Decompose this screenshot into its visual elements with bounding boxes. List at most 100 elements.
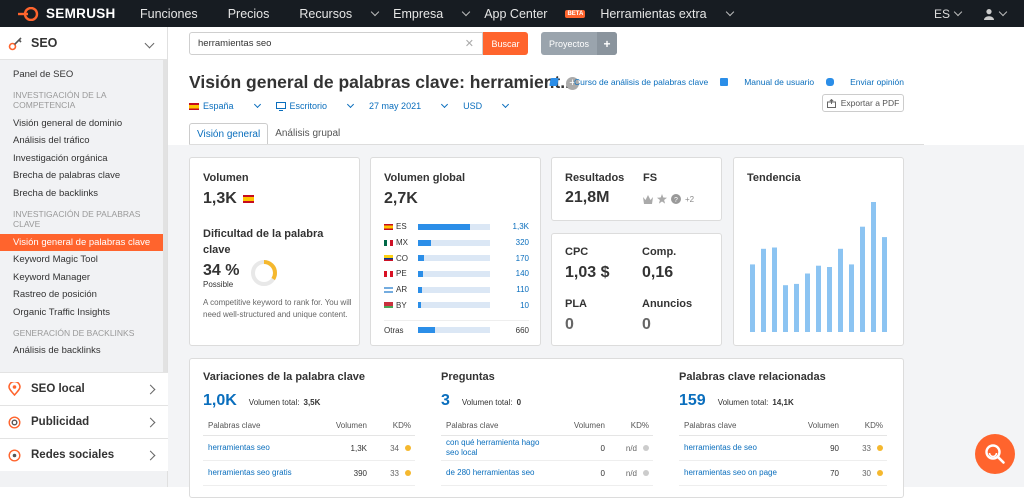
target-icon <box>8 415 21 429</box>
related-count[interactable]: 159 <box>679 392 706 410</box>
related-table-header: Palabras clave Volumen KD% <box>679 416 887 436</box>
chevron-right-icon <box>145 450 156 460</box>
global-volume-row: PE 140 <box>384 266 529 282</box>
search-icon <box>985 444 1005 464</box>
keyword-link[interactable]: herramientas seo gratis <box>203 468 312 478</box>
link-curso[interactable]: Curso de análisis de palabras clave <box>549 77 708 87</box>
user-menu[interactable] <box>983 7 1008 20</box>
fs-more: +2 <box>685 194 695 204</box>
sidebar-item[interactable]: Keyword Magic Tool <box>0 251 167 269</box>
search-button[interactable]: Buscar <box>483 32 528 55</box>
sidebar-item[interactable]: Brecha de backlinks <box>0 185 167 203</box>
keyword-search-input[interactable]: herramientas seo ✕ <box>189 32 483 55</box>
trend-bar[interactable] <box>750 264 755 332</box>
trend-bar[interactable] <box>783 285 788 332</box>
country-share-bar <box>418 223 490 230</box>
keyword-link[interactable]: herramientas seo <box>203 443 312 453</box>
language-selector[interactable]: ES <box>934 7 963 21</box>
chat-icon <box>826 78 835 86</box>
other-bar-fill <box>418 327 436 333</box>
device-selector[interactable]: Escritorio <box>275 100 355 111</box>
trend-bar[interactable] <box>838 248 843 332</box>
keyword-link[interactable]: con qué herramienta hago seo local <box>441 438 550 458</box>
sidebar-item-seo-local[interactable]: SEO local <box>0 372 168 405</box>
tab-analisis-grupal[interactable]: Análisis grupal <box>268 123 347 145</box>
nav-funciones[interactable]: Funciones <box>140 7 213 21</box>
sidebar-item[interactable]: Análisis del tráfico <box>0 132 167 150</box>
question-icon: ? <box>671 194 681 204</box>
keyword-link[interactable]: de 280 herramientas seo <box>441 468 550 478</box>
semrush-logo[interactable]: SEMRUSH <box>18 6 140 21</box>
seo-key-icon <box>8 36 22 50</box>
trend-bar[interactable] <box>794 283 799 332</box>
sidebar-item[interactable]: Rastreo de posición <box>0 286 167 304</box>
country-volume[interactable]: 320 <box>516 238 529 247</box>
sidebar-item[interactable]: Brecha de palabras clave <box>0 167 167 185</box>
keyword-link[interactable]: herramientas de seo <box>679 443 784 453</box>
country-share-bar <box>418 286 490 293</box>
global-other-row: Otras 660 <box>384 320 529 335</box>
country-flag-icon <box>384 270 393 277</box>
ads-label: Anuncios <box>642 298 693 310</box>
trend-bar[interactable] <box>772 247 777 333</box>
trend-bar[interactable] <box>860 226 865 332</box>
projects-button[interactable]: Proyectos + <box>541 32 617 55</box>
country-volume[interactable]: 140 <box>516 269 529 278</box>
sidebar-item[interactable]: Panel de SEO <box>0 66 167 84</box>
nav-recursos[interactable]: Recursos <box>299 7 380 21</box>
chevron-up-icon <box>144 38 155 49</box>
trend-chart <box>750 202 887 333</box>
sidebar-item[interactable]: Visión general de palabras clave <box>0 233 167 252</box>
results-value: 21,8M <box>565 189 610 206</box>
country-share-bar <box>418 270 490 277</box>
country-volume[interactable]: 1,3K <box>513 222 529 231</box>
main-nav: Funciones Precios Recursos Empresa App C… <box>140 7 748 21</box>
sidebar-section-heading: INVESTIGACIÓN DE PALABRAS CLAVE <box>13 208 141 230</box>
table-row: herramientas seo 1,3K 34 <box>203 436 415 461</box>
trend-bar[interactable] <box>816 265 821 332</box>
chevron-right-icon <box>145 417 156 427</box>
nav-precios[interactable]: Precios <box>228 7 285 21</box>
tab-vision-general[interactable]: Visión general <box>189 123 269 145</box>
trend-bar[interactable] <box>849 264 854 332</box>
sidebar-item[interactable]: Organic Traffic Insights <box>0 304 167 322</box>
nav-herramientas-extra[interactable]: Herramientas extra <box>600 7 734 21</box>
questions-panel: Preguntas 3 Volumen total: 0 Palabras clave V… <box>441 371 653 486</box>
sidebar-item-publicidad[interactable]: Publicidad <box>0 405 168 438</box>
export-pdf-button[interactable]: Exportar a PDF <box>822 94 904 112</box>
keyword-link[interactable]: herramientas seo on page <box>679 468 784 478</box>
spain-flag-icon <box>189 102 199 110</box>
sidebar-item-redes-sociales[interactable]: Redes sociales <box>0 438 168 471</box>
help-search-button[interactable] <box>975 434 1015 474</box>
kd-description: A competitive keyword to rank for. You w… <box>203 298 352 319</box>
currency-selector[interactable]: USD <box>463 100 510 111</box>
nav-app-center[interactable]: App Center BETA <box>484 7 586 21</box>
spain-flag-icon <box>242 195 254 203</box>
location-pin-icon <box>8 382 21 396</box>
country-volume[interactable]: 170 <box>516 254 529 263</box>
variations-count[interactable]: 1,0K <box>203 392 237 410</box>
sidebar-scrollbar[interactable] <box>163 60 167 372</box>
trend-bar[interactable] <box>805 273 810 333</box>
date-selector[interactable]: 27 may 2021 <box>369 100 449 111</box>
add-project-button[interactable]: + <box>597 32 617 55</box>
sidebar-item[interactable]: Investigación orgánica <box>0 150 167 168</box>
questions-count[interactable]: 3 <box>441 392 450 410</box>
sidebar-seo-toggle[interactable]: SEO <box>0 27 167 60</box>
trend-bar[interactable] <box>827 267 832 332</box>
book-icon <box>720 78 729 86</box>
country-volume[interactable]: 10 <box>520 301 529 310</box>
ads-value: 0 <box>642 316 651 333</box>
trend-bar[interactable] <box>761 248 766 332</box>
sidebar-item[interactable]: Keyword Manager <box>0 269 167 287</box>
nav-empresa[interactable]: Empresa <box>393 7 471 21</box>
trend-bar[interactable] <box>871 202 876 332</box>
database-selector[interactable]: España <box>189 100 261 111</box>
country-volume[interactable]: 110 <box>516 285 529 294</box>
link-opinion[interactable]: Enviar opinión <box>826 77 904 87</box>
trend-bar[interactable] <box>882 237 887 332</box>
link-manual[interactable]: Manual de usuario <box>720 77 814 87</box>
sidebar-item[interactable]: Visión general de dominio <box>0 115 167 133</box>
sidebar-item[interactable]: Análisis de backlinks <box>0 342 167 360</box>
clear-icon[interactable]: ✕ <box>465 37 474 50</box>
